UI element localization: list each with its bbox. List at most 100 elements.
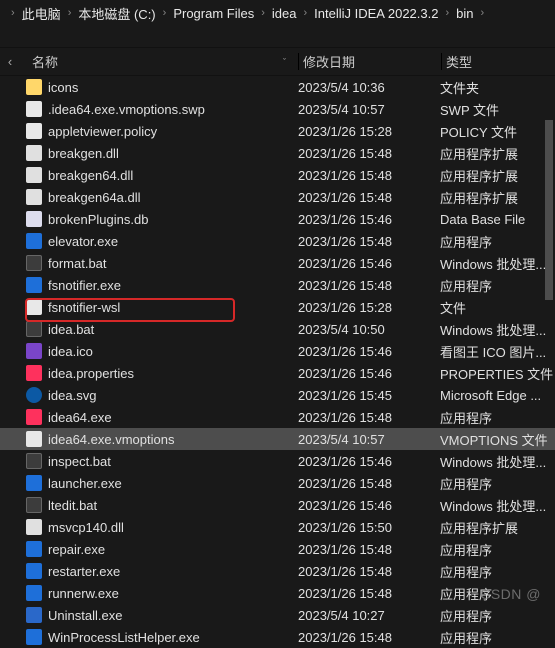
file-type: 看图王 ICO 图片... (440, 342, 555, 361)
file-row[interactable]: runnerw.exe2023/1/26 15:48应用程序 (0, 582, 555, 604)
breadcrumb-item[interactable]: Program Files (171, 6, 256, 21)
file-name: ltedit.bat (48, 498, 97, 513)
file-row[interactable]: restarter.exe2023/1/26 15:48应用程序 (0, 560, 555, 582)
file-date: 2023/1/26 15:46 (298, 454, 440, 469)
file-icon (26, 255, 42, 271)
file-type: PROPERTIES 文件 (440, 364, 555, 383)
file-list[interactable]: icons2023/5/4 10:36文件夹.idea64.exe.vmopti… (0, 76, 555, 648)
file-icon (26, 431, 42, 447)
file-name: launcher.exe (48, 476, 122, 491)
file-name: brokenPlugins.db (48, 212, 148, 227)
back-arrow-icon[interactable]: ‹ (0, 54, 20, 69)
file-date: 2023/1/26 15:48 (298, 476, 440, 491)
file-row[interactable]: Uninstall.exe2023/5/4 10:27应用程序 (0, 604, 555, 626)
file-date: 2023/5/4 10:36 (298, 80, 440, 95)
file-row[interactable]: idea.bat2023/5/4 10:50Windows 批处理... (0, 318, 555, 340)
file-row[interactable]: ltedit.bat2023/1/26 15:46Windows 批处理... (0, 494, 555, 516)
file-row[interactable]: brokenPlugins.db2023/1/26 15:46Data Base… (0, 208, 555, 230)
file-row[interactable]: msvcp140.dll 2023/1/26 15:50应用程序扩展 (0, 516, 555, 538)
file-type: 应用程序扩展 (440, 166, 555, 185)
file-icon (26, 607, 42, 623)
file-row[interactable]: format.bat2023/1/26 15:46Windows 批处理... (0, 252, 555, 274)
file-icon (26, 299, 42, 315)
file-row[interactable]: elevator.exe 2023/1/26 15:48应用程序 (0, 230, 555, 252)
file-icon (26, 585, 42, 601)
file-name: elevator.exe (48, 234, 118, 249)
file-icon (26, 233, 42, 249)
scrollbar-thumb[interactable] (545, 120, 553, 300)
breadcrumb-item[interactable]: bin (454, 6, 475, 21)
file-row[interactable]: fsnotifier.exe 2023/1/26 15:48应用程序 (0, 274, 555, 296)
file-name: repair.exe (48, 542, 105, 557)
file-row[interactable]: breakgen64a.dll2023/1/26 15:48应用程序扩展 (0, 186, 555, 208)
file-type: SWP 文件 (440, 100, 555, 119)
chevron-right-icon: › (298, 7, 312, 19)
file-type: Windows 批处理... (440, 452, 555, 471)
file-icon (26, 321, 42, 337)
file-icon (26, 145, 42, 161)
file-row[interactable]: idea64.exe2023/1/26 15:48应用程序 (0, 406, 555, 428)
breadcrumb[interactable]: ›此电脑›本地磁盘 (C:)›Program Files›idea›Intell… (0, 0, 555, 26)
file-date: 2023/1/26 15:46 (298, 498, 440, 513)
file-type: 应用程序扩展 (440, 144, 555, 163)
file-icon (26, 123, 42, 139)
file-icon (26, 189, 42, 205)
file-row[interactable]: idea.ico2023/1/26 15:46看图王 ICO 图片... (0, 340, 555, 362)
file-date: 2023/1/26 15:48 (298, 146, 440, 161)
file-row[interactable]: inspect.bat 2023/1/26 15:46Windows 批处理... (0, 450, 555, 472)
file-row[interactable]: .idea64.exe.vmoptions.swp2023/5/4 10:57S… (0, 98, 555, 120)
file-name: appletviewer.policy (48, 124, 157, 139)
file-row[interactable]: idea64.exe.vmoptions2023/5/4 10:57VMOPTI… (0, 428, 555, 450)
file-date: 2023/1/26 15:48 (298, 234, 440, 249)
breadcrumb-item[interactable]: 此电脑 (20, 4, 63, 23)
file-name: icons (48, 80, 78, 95)
file-type: 应用程序 (440, 276, 555, 295)
file-row[interactable]: appletviewer.policy2023/1/26 15:28POLICY… (0, 120, 555, 142)
file-row[interactable]: launcher.exe2023/1/26 15:48应用程序 (0, 472, 555, 494)
file-icon (26, 343, 42, 359)
sort-indicator-icon: ˇ (283, 57, 286, 67)
file-date: 2023/1/26 15:50 (298, 520, 440, 535)
file-date: 2023/1/26 15:48 (298, 278, 440, 293)
file-name: fsnotifier.exe (48, 278, 121, 293)
file-type: 应用程序 (440, 606, 555, 625)
file-row[interactable]: idea.properties2023/1/26 15:46PROPERTIES… (0, 362, 555, 384)
file-type: Windows 批处理... (440, 254, 555, 273)
file-name: inspect.bat (48, 454, 111, 469)
file-name: WinProcessListHelper.exe (48, 630, 200, 645)
file-type: 应用程序 (440, 408, 555, 427)
file-row[interactable]: idea.svg2023/1/26 15:45Microsoft Edge ..… (0, 384, 555, 406)
file-date: 2023/1/26 15:45 (298, 388, 440, 403)
file-row[interactable]: repair.exe2023/1/26 15:48应用程序 (0, 538, 555, 560)
column-header-name[interactable]: 名称 ˇ (20, 52, 298, 71)
file-name: idea64.exe (48, 410, 112, 425)
file-name: runnerw.exe (48, 586, 119, 601)
file-type: 文件 (440, 298, 555, 317)
file-type: 应用程序 (440, 232, 555, 251)
breadcrumb-item[interactable]: IntelliJ IDEA 2022.3.2 (312, 6, 440, 21)
file-icon (26, 365, 42, 381)
chevron-right-icon: › (6, 7, 20, 19)
chevron-right-icon: › (256, 7, 270, 19)
file-icon (26, 563, 42, 579)
file-row[interactable]: breakgen.dll2023/1/26 15:48应用程序扩展 (0, 142, 555, 164)
file-icon (26, 101, 42, 117)
watermark: CSDN @ (480, 586, 541, 602)
column-headers: ‹ 名称 ˇ 修改日期 类型 (0, 48, 555, 76)
file-row[interactable]: WinProcessListHelper.exe2023/1/26 15:48应… (0, 626, 555, 648)
file-row[interactable]: fsnotifier-wsl 2023/1/26 15:28文件 (0, 296, 555, 318)
breadcrumb-item[interactable]: 本地磁盘 (C:) (76, 4, 157, 23)
file-row[interactable]: breakgen64.dll2023/1/26 15:48应用程序扩展 (0, 164, 555, 186)
file-name: msvcp140.dll (48, 520, 124, 535)
column-header-type[interactable]: 类型 (442, 52, 555, 71)
file-row[interactable]: icons2023/5/4 10:36文件夹 (0, 76, 555, 98)
column-header-date[interactable]: 修改日期 (299, 52, 441, 71)
file-name: fsnotifier-wsl (48, 300, 120, 315)
file-date: 2023/1/26 15:46 (298, 212, 440, 227)
file-date: 2023/1/26 15:46 (298, 256, 440, 271)
file-date: 2023/5/4 10:57 (298, 102, 440, 117)
file-date: 2023/1/26 15:28 (298, 300, 440, 315)
file-icon (26, 79, 42, 95)
file-type: 应用程序扩展 (440, 518, 555, 537)
breadcrumb-item[interactable]: idea (270, 6, 299, 21)
